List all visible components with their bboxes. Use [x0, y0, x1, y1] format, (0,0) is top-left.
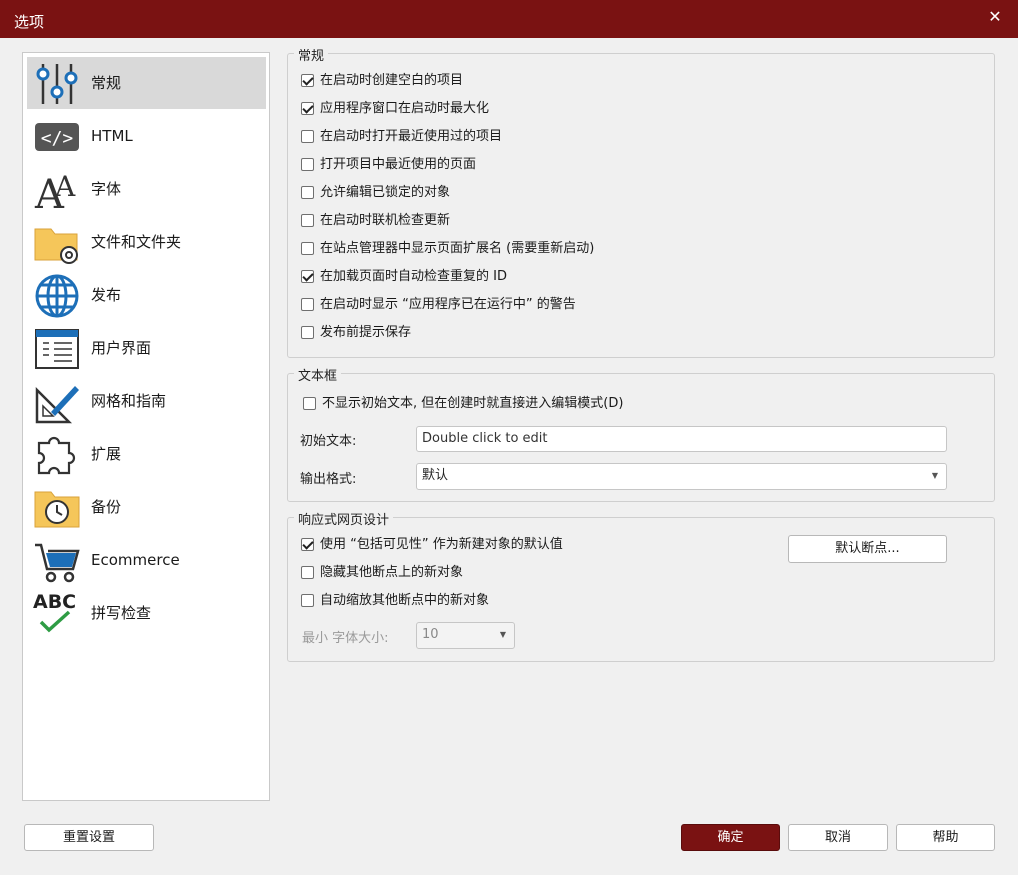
folder-clock-icon — [34, 491, 80, 528]
min-font-select[interactable]: 10 ▼ — [416, 622, 515, 649]
ruler-pencil-icon — [35, 386, 79, 424]
sliders-icon — [36, 64, 78, 104]
svg-text:ABC: ABC — [33, 591, 76, 613]
chevron-down-icon: ▼ — [499, 630, 506, 639]
general-group: 常规 在启动时创建空白的项目 应用程序窗口在启动时最大化 在启动时打开最近使用过… — [287, 45, 995, 358]
ok-button[interactable]: 确定 — [681, 824, 780, 851]
general-group-title: 常规 — [294, 45, 329, 64]
sidebar-item-html[interactable]: </> HTML — [27, 110, 266, 162]
checkbox[interactable] — [301, 102, 314, 115]
checkbox[interactable] — [301, 326, 314, 339]
folder-gear-icon — [34, 228, 78, 264]
cancel-button[interactable]: 取消 — [788, 824, 888, 851]
sidebar-item-label: 文件和文件夹 — [91, 233, 182, 251]
output-format-value: 默认 — [422, 468, 449, 483]
checkbox[interactable] — [301, 566, 314, 579]
responsive-group-title: 响应式网页设计 — [294, 509, 394, 528]
textbox-group: 文本框 不显示初始文本, 但在创建时就直接进入编辑模式(D) 初始文本: Dou… — [287, 365, 995, 502]
checkbox[interactable] — [301, 74, 314, 87]
checkbox[interactable] — [301, 158, 314, 171]
spellcheck-icon: ABC — [33, 591, 76, 633]
font-icon: A A — [34, 170, 76, 214]
sidebar-item-label: 常规 — [91, 74, 122, 92]
checkbox[interactable] — [301, 270, 314, 283]
checkbox[interactable] — [301, 130, 314, 143]
globe-icon — [35, 274, 79, 318]
sidebar-item-font[interactable]: A A 字体 — [27, 163, 266, 215]
svg-text:A: A — [54, 170, 76, 203]
window-icon — [35, 329, 79, 369]
sidebar-item-label: 字体 — [91, 180, 122, 198]
textbox-group-title: 文本框 — [294, 365, 342, 384]
sidebar-item-extensions[interactable]: 扩展 — [27, 428, 266, 480]
title-bar: 选项 ✕ — [0, 0, 1018, 38]
initial-text-input[interactable]: Double click to edit — [416, 426, 947, 452]
sidebar-item-label: 拼写检查 — [91, 604, 152, 622]
checkbox[interactable] — [301, 298, 314, 311]
sidebar-item-label: 发布 — [91, 286, 122, 304]
checkbox[interactable] — [301, 242, 314, 255]
cart-icon — [35, 543, 80, 583]
sidebar-item-spellcheck[interactable]: ABC 拼写检查 — [27, 587, 266, 639]
output-format-label: 输出格式: — [300, 472, 357, 487]
checkbox[interactable] — [301, 214, 314, 227]
sidebar-item-label: 扩展 — [91, 445, 122, 463]
sidebar-item-ecommerce[interactable]: Ecommerce — [27, 534, 266, 586]
output-format-select[interactable]: 默认 ▼ — [416, 463, 947, 490]
checkbox[interactable] — [303, 397, 316, 410]
responsive-group: 响应式网页设计 使用 “包括可见性” 作为新建对象的默认值 隐藏其他断点上的新对… — [287, 509, 995, 662]
reset-button[interactable]: 重置设置 — [24, 824, 154, 851]
sidebar-item-label: 备份 — [91, 498, 122, 516]
default-breakpoint-button[interactable]: 默认断点... — [788, 535, 947, 563]
checkbox[interactable] — [301, 538, 314, 551]
initial-text-label: 初始文本: — [300, 434, 357, 449]
sidebar-item-files[interactable]: 文件和文件夹 — [27, 216, 266, 268]
help-button[interactable]: 帮助 — [896, 824, 995, 851]
sidebar-item-backup[interactable]: 备份 — [27, 481, 266, 533]
min-font-value: 10 — [422, 627, 439, 642]
sidebar: 常规 </> HTML A A 字体 文件和文件夹 发布 用户界面 网格和指南 … — [22, 52, 270, 801]
checkbox[interactable] — [301, 186, 314, 199]
sidebar-item-ui[interactable]: 用户界面 — [27, 322, 266, 374]
sidebar-item-label: HTML — [91, 127, 133, 145]
sidebar-item-general[interactable]: 常规 — [27, 57, 266, 109]
sidebar-item-label: 网格和指南 — [91, 392, 167, 410]
svg-text:</>: </> — [41, 128, 74, 149]
window-title: 选项 — [14, 13, 45, 31]
sidebar-item-label: 用户界面 — [91, 339, 152, 357]
code-icon: </> — [35, 123, 79, 151]
sidebar-item-publish[interactable]: 发布 — [27, 269, 266, 321]
chevron-down-icon: ▼ — [931, 471, 938, 480]
min-font-label: 最小 字体大小: — [302, 631, 389, 646]
sidebar-item-label: Ecommerce — [91, 551, 180, 569]
checkbox[interactable] — [301, 594, 314, 607]
close-icon[interactable]: ✕ — [982, 4, 1008, 30]
sidebar-item-grid[interactable]: 网格和指南 — [27, 375, 266, 427]
puzzle-icon — [37, 436, 76, 475]
